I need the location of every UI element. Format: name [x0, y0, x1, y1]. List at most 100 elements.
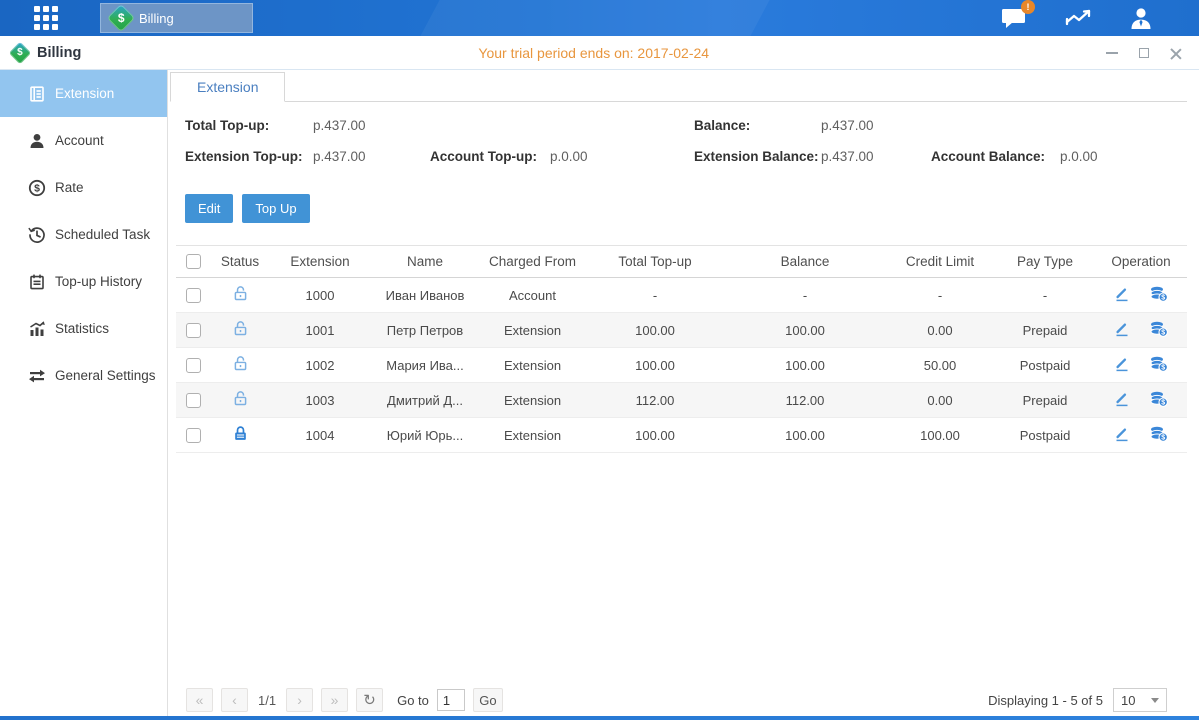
balance-value: p.437.00 [821, 118, 874, 133]
lock-open-icon[interactable] [232, 285, 249, 302]
table-row[interactable]: 1003 Дмитрий Д... Extension 112.00 112.0… [176, 383, 1187, 418]
row-checkbox[interactable] [186, 428, 201, 443]
select-all-checkbox[interactable] [186, 254, 201, 269]
ledger-icon [28, 85, 46, 103]
messages-icon[interactable]: ! [1001, 7, 1027, 29]
desktop-taskbar: $ Billing ! [0, 0, 1199, 36]
edit-row-icon[interactable] [1114, 286, 1130, 302]
cell-name: Петр Петров [370, 313, 480, 348]
total-topup-label: Total Top-up: [185, 118, 269, 133]
cell-balance: 100.00 [725, 418, 885, 453]
edit-row-icon[interactable] [1114, 426, 1130, 442]
cell-extension: 1001 [270, 313, 370, 348]
row-checkbox[interactable] [186, 288, 201, 303]
row-checkbox[interactable] [186, 393, 201, 408]
sidebar-item-rate[interactable]: $ Rate [0, 164, 167, 211]
top-up-row-icon[interactable]: $ [1150, 356, 1168, 372]
extension-balance-label: Extension Balance: [694, 149, 819, 164]
window-bottom-border [0, 716, 1199, 720]
top-up-button[interactable]: Top Up [242, 194, 309, 223]
col-charged-from: Charged From [480, 246, 585, 278]
sidebar-item-label: Top-up History [55, 274, 142, 289]
sidebar-item-general-settings[interactable]: General Settings [0, 352, 167, 399]
go-button[interactable]: Go [473, 688, 503, 712]
chevron-down-icon [1151, 698, 1159, 703]
page-size-value: 10 [1121, 693, 1135, 708]
col-extension: Extension [270, 246, 370, 278]
table-row[interactable]: 1001 Петр Петров Extension 100.00 100.00… [176, 313, 1187, 348]
billing-window-icon: $ [9, 41, 32, 64]
cell-extension: 1000 [270, 278, 370, 313]
sidebar-item-account[interactable]: Account [0, 117, 167, 164]
maximize-button[interactable] [1137, 46, 1151, 60]
col-operation: Operation [1095, 246, 1187, 278]
user-account-icon[interactable] [1129, 7, 1153, 30]
edit-row-icon[interactable] [1114, 321, 1130, 337]
bar-chart-icon [28, 320, 46, 338]
account-balance-label: Account Balance: [931, 149, 1045, 164]
cell-name: Дмитрий Д... [370, 383, 480, 418]
top-up-row-icon[interactable]: $ [1150, 391, 1168, 407]
table-row[interactable]: 1004 Юрий Юрь... Extension 100.00 100.00… [176, 418, 1187, 453]
extension-balance-value: p.437.00 [821, 149, 874, 164]
apps-grid-icon[interactable] [34, 6, 58, 30]
cell-charged-from: Extension [480, 348, 585, 383]
svg-text:$: $ [1161, 329, 1165, 336]
prev-page-button[interactable]: ‹ [221, 688, 248, 712]
taskbar-billing-tab[interactable]: $ Billing [100, 3, 253, 33]
cell-credit-limit: 50.00 [885, 348, 995, 383]
goto-page-input[interactable] [437, 689, 465, 711]
sidebar-item-statistics[interactable]: Statistics [0, 305, 167, 352]
edit-row-icon[interactable] [1114, 391, 1130, 407]
lock-open-icon[interactable] [232, 320, 249, 337]
cell-total-topup: - [585, 278, 725, 313]
cell-pay-type: Postpaid [995, 348, 1095, 383]
sidebar-item-label: Extension [55, 86, 114, 101]
sidebar-item-scheduled-task[interactable]: Scheduled Task [0, 211, 167, 258]
balance-summary: Total Top-up: p.437.00 Balance: p.437.00… [185, 118, 1187, 190]
top-up-row-icon[interactable]: $ [1150, 286, 1168, 302]
cell-charged-from: Extension [480, 383, 585, 418]
balance-label: Balance: [694, 118, 750, 133]
page-indicator: 1/1 [258, 693, 276, 708]
svg-text:$: $ [1161, 294, 1165, 301]
sidebar-item-topup-history[interactable]: Top-up History [0, 258, 167, 305]
cell-credit-limit: 0.00 [885, 383, 995, 418]
lock-open-icon[interactable] [232, 390, 249, 407]
cell-name: Юрий Юрь... [370, 418, 480, 453]
refresh-icon[interactable]: ↻ [356, 688, 383, 712]
main-content: Extension Total Top-up: p.437.00 Balance… [168, 70, 1199, 716]
tab-extension[interactable]: Extension [170, 72, 285, 102]
cell-pay-type: Postpaid [995, 418, 1095, 453]
top-up-row-icon[interactable]: $ [1150, 321, 1168, 337]
sidebar-item-extension[interactable]: Extension [0, 70, 167, 117]
total-topup-value: p.437.00 [313, 118, 366, 133]
table-row[interactable]: 1002 Мария Ива... Extension 100.00 100.0… [176, 348, 1187, 383]
top-up-row-icon[interactable]: $ [1150, 426, 1168, 442]
resource-monitor-icon[interactable] [1065, 7, 1091, 29]
table-row[interactable]: 1000 Иван Иванов Account - - - - $ [176, 278, 1187, 313]
displaying-text: Displaying 1 - 5 of 5 [988, 693, 1103, 708]
row-checkbox[interactable] [186, 323, 201, 338]
cell-credit-limit: 100.00 [885, 418, 995, 453]
tab-bar: Extension [170, 72, 1187, 102]
notification-badge: ! [1021, 0, 1035, 14]
edit-button[interactable]: Edit [185, 194, 233, 223]
cell-extension: 1004 [270, 418, 370, 453]
cell-pay-type: Prepaid [995, 313, 1095, 348]
col-name: Name [370, 246, 480, 278]
notepad-icon [28, 273, 46, 291]
edit-row-icon[interactable] [1114, 356, 1130, 372]
minimize-button[interactable] [1105, 46, 1119, 60]
last-page-button[interactable]: » [321, 688, 348, 712]
cell-extension: 1002 [270, 348, 370, 383]
first-page-button[interactable]: « [186, 688, 213, 712]
close-button[interactable] [1169, 46, 1183, 60]
row-checkbox[interactable] [186, 358, 201, 373]
table-header-row: Status Extension Name Charged From Total… [176, 246, 1187, 278]
lock-open-icon[interactable] [232, 355, 249, 372]
col-status: Status [210, 246, 270, 278]
next-page-button[interactable]: › [286, 688, 313, 712]
page-size-dropdown[interactable]: 10 [1113, 688, 1167, 712]
lock-closed-icon[interactable] [232, 425, 249, 442]
